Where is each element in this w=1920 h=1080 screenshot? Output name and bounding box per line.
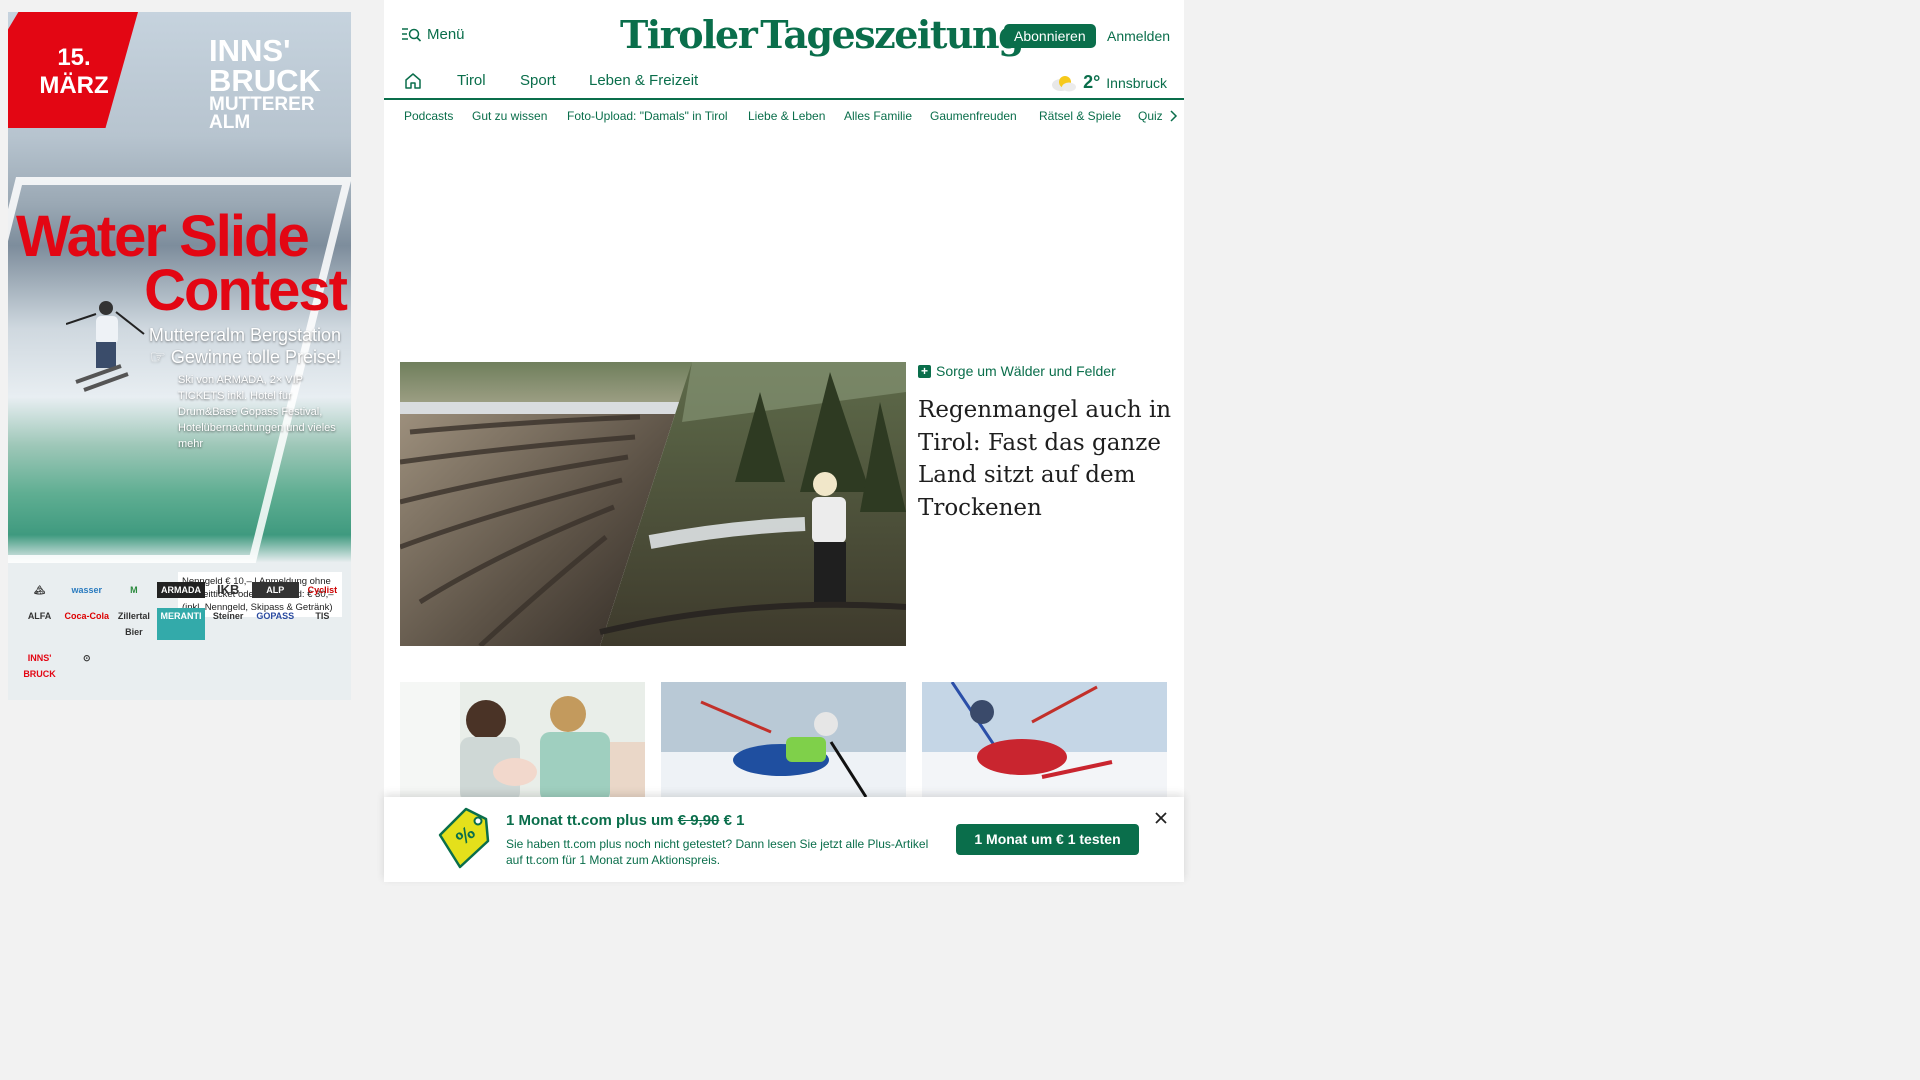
sponsor-logo: ALFA [27,611,52,621]
hero-article-image[interactable] [400,362,906,646]
ad-subtitle-win: ☞ Gewinne tolle Preise! [141,346,341,368]
hand-pointer-icon: ☞ [149,347,171,367]
site-header: Menü Tiroler Tageszeitung Abonnieren Anm… [384,0,1184,60]
subnav-item-gaumenfreuden[interactable]: Gaumenfreuden [930,109,1017,123]
sponsor-logo: Steiner [212,611,244,621]
ad-title-line-2: Contest [144,258,348,323]
weather-widget[interactable]: 2° Innsbruck [1051,72,1167,93]
main-column: Menü Tiroler Tageszeitung Abonnieren Anm… [384,0,1184,882]
site-logo[interactable]: Tiroler Tageszeitung [620,10,1025,60]
sub-navigation: Podcasts Gut zu wissen Foto-Upload: "Dam… [384,100,1184,132]
ad-placeholder [384,132,1184,346]
menu-button[interactable]: Menü [402,26,465,43]
home-icon[interactable] [404,72,422,90]
promo-description: Sie haben tt.com plus noch nicht geteste… [506,837,929,867]
ad-title: Water Slide Contest [16,204,348,323]
subscribe-button[interactable]: Abonnieren [1004,24,1096,48]
sponsor-logo: GOPASS [256,611,295,621]
promo-old-price: € 9,90 [677,812,720,829]
ad-subtitle-win-text: Gewinne tolle Preise! [170,347,341,367]
ad-subtitle-location: Muttereralm Bergstation [148,325,341,345]
ad-location-city: INNS' BRUCK [209,33,321,98]
subnav-item-alles-familie[interactable]: Alles Familie [844,109,912,123]
chevron-right-icon[interactable] [1168,110,1178,122]
weather-temperature: 2° [1083,72,1101,92]
subnav-item-podcasts[interactable]: Podcasts [404,109,453,123]
logo-text-left: Tiroler [620,12,758,57]
sponsor-logo: ALP [251,582,299,598]
ad-location: INNS' BRUCK MUTTERER ALM [209,33,339,133]
ad-date: 15. MÄRZ [39,44,109,99]
promo-headline-text: 1 Monat tt.com plus um [506,812,678,829]
main-navigation: Tirol Sport Leben & Freizeit 2° Innsbruc… [384,62,1184,100]
hero-kicker[interactable]: + Sorge um Wälder und Felder [918,363,1116,379]
promo-test-button[interactable]: 1 Monat um € 1 testen [956,824,1139,855]
sponsor-logo: TIS [315,611,330,621]
sponsor-logo: wasser [71,585,102,595]
ad-title-line-1: Water Slide [16,204,310,269]
promo-headline: 1 Monat tt.com plus um € 9,90 € 1 [506,812,744,829]
sponsor-logo: Zillertal Bier [117,611,150,637]
nav-item-tirol[interactable]: Tirol [457,72,486,89]
login-link[interactable]: Anmelden [1107,28,1170,44]
subnav-item-foto-upload[interactable]: Foto-Upload: "Damals" in Tirol [567,109,728,123]
promo-new-price: € 1 [719,812,745,829]
teaser-article-image-1[interactable] [400,682,645,802]
ad-prizes: Ski von ARMADA, 2× VIP TICKETS inkl. Hot… [178,374,336,450]
sponsor-logo: 🏔 [33,585,46,595]
nav-item-leben-freizeit[interactable]: Leben & Freizeit [589,72,698,89]
sponsor-logo: IKB [216,582,240,597]
plus-badge-icon: + [918,364,931,378]
nav-item-sport[interactable]: Sport [520,72,556,89]
menu-label: Menü [427,26,465,43]
subnav-item-raetsel-spiele[interactable]: Rätsel & Spiele [1039,109,1121,123]
discount-tag-icon: % [438,807,490,869]
sponsor-logo: Coca-Cola [64,611,109,621]
sponsor-logo: MERANTI [157,608,205,640]
ad-sponsor-logos: 🏔 wasser M ARMADA IKB ALP Cyclist ALFA C… [16,582,346,682]
logo-text-right: Tageszeitung [760,12,1024,57]
weather-city: Innsbruck [1106,74,1167,91]
subnav-item-gut-zu-wissen[interactable]: Gut zu wissen [472,109,547,123]
teaser-article-image-2[interactable] [661,682,906,802]
sponsor-logo: ⊙ [82,653,91,663]
subnav-item-liebe-leben[interactable]: Liebe & Leben [748,109,825,123]
hero-kicker-text: Sorge um Wälder und Felder [936,363,1116,379]
ad-subtitle: Muttereralm Bergstation ☞ Gewinne tolle … [141,324,341,368]
sponsor-logo: INNS' BRUCK [23,653,56,679]
sidebar-advertisement[interactable]: 15. MÄRZ INNS' BRUCK MUTTERER ALM Water … [8,12,351,700]
close-icon[interactable] [1154,811,1168,825]
menu-search-icon [402,27,421,42]
sponsor-logo: M [130,585,138,595]
weather-partly-cloudy-icon [1052,75,1077,91]
hero-article-title[interactable]: Regenmangel auch in Tirol: Fast das ganz… [918,394,1173,524]
sponsor-logo: Cyclist [307,585,338,595]
subscription-promo-banner: % 1 Monat tt.com plus um € 9,90 € 1 Sie … [384,797,1184,882]
sponsor-logo: ARMADA [157,582,205,598]
ad-location-alm: MUTTERER ALM [209,94,315,133]
teaser-article-image-3[interactable] [922,682,1167,802]
subnav-item-quiz[interactable]: Quiz [1138,109,1163,123]
